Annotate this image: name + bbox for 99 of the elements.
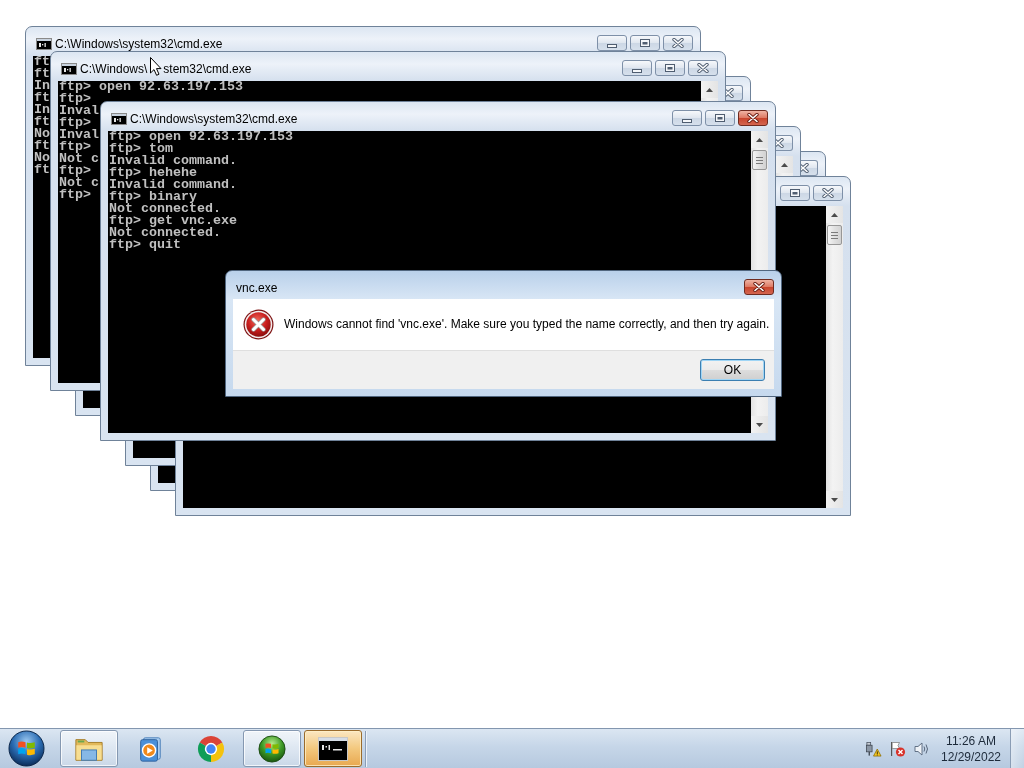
scroll-thumb[interactable] — [752, 150, 767, 170]
close-icon — [822, 188, 834, 198]
console-icon — [318, 734, 348, 763]
console-line: ftp> open 92.63.197.153 — [59, 81, 243, 93]
close-icon — [801, 163, 809, 173]
caret-up-icon — [756, 137, 763, 142]
close-button[interactable] — [813, 185, 843, 201]
console-line: ftp> — [59, 117, 91, 129]
maximize-button[interactable] — [705, 110, 735, 126]
close-icon — [747, 113, 759, 123]
window-title: C:\Windows\system32\cmd.exe — [130, 111, 298, 127]
caret-up-icon — [831, 212, 838, 217]
browser-icon — [196, 734, 226, 763]
console-line: Not connected. — [109, 203, 221, 215]
minimize-button[interactable] — [672, 110, 702, 126]
dialog-title: vnc.exe — [236, 280, 278, 296]
console-line: In — [34, 80, 50, 92]
close-icon — [697, 63, 709, 73]
scroll-up-button[interactable] — [701, 81, 718, 98]
console-line: Inval — [59, 105, 99, 117]
scroll-down-button[interactable] — [751, 416, 768, 433]
close-icon — [672, 38, 684, 48]
minimize-icon — [682, 118, 692, 123]
maximize-button[interactable] — [780, 185, 810, 201]
network-warning-icon[interactable] — [865, 740, 882, 757]
speaker-icon[interactable] — [913, 740, 930, 757]
console-line: No — [34, 128, 50, 140]
console-line: ftp> open 92.63.197.153 — [109, 131, 293, 143]
close-button[interactable] — [744, 279, 774, 295]
console-line: ftp> get vnc.exe — [109, 215, 237, 227]
scroll-thumb[interactable] — [827, 225, 842, 245]
console-line: Invalid command. — [109, 179, 237, 191]
console-line: ftp> binary — [109, 191, 197, 203]
window-title: stem32\cmd.exe — [163, 61, 252, 77]
console-line: Not c — [59, 153, 99, 165]
taskbar-button[interactable] — [243, 730, 301, 767]
console-line: ft — [34, 164, 50, 176]
clock[interactable]: 11:26 AM 12/29/2022 — [940, 732, 1002, 765]
caret-up-icon — [706, 87, 713, 92]
grip-icon — [756, 156, 763, 164]
error-icon — [243, 309, 274, 340]
scroll-down-button[interactable] — [826, 491, 843, 508]
window-title: C:\Windows\ — [80, 61, 148, 77]
console-line: ft — [34, 92, 50, 104]
window-title: C:\Windows\system32\cmd.exe — [55, 36, 223, 52]
minimize-icon — [632, 68, 642, 73]
console-line: Not c — [59, 177, 99, 189]
maximize-icon — [715, 114, 725, 122]
close-icon — [776, 138, 784, 148]
console-line: No — [34, 152, 50, 164]
maximize-icon — [790, 189, 800, 197]
console-line: Invalid command. — [109, 155, 237, 167]
console-line: ft — [34, 56, 50, 68]
maximize-icon — [665, 64, 675, 72]
console-line: ftp> quit — [109, 239, 181, 251]
close-button[interactable] — [688, 60, 718, 76]
close-button[interactable] — [738, 110, 768, 126]
console-line: ftp> hehehe — [109, 167, 197, 179]
minimize-icon — [607, 43, 617, 48]
console-icon — [61, 63, 77, 75]
close-button[interactable] — [801, 160, 818, 176]
caret-down-icon — [831, 497, 838, 502]
minimize-button[interactable] — [622, 60, 652, 76]
caret-up-icon — [781, 162, 788, 167]
close-button[interactable] — [776, 135, 793, 151]
scroll-up-button[interactable] — [751, 131, 768, 148]
start-orb-icon — [7, 730, 45, 767]
maximize-icon — [640, 39, 650, 47]
grip-icon — [831, 231, 838, 239]
caret-down-icon — [756, 422, 763, 427]
console-line: ftp> — [59, 189, 91, 201]
console-line: ftp> — [59, 141, 91, 153]
console-line: ft — [34, 116, 50, 128]
flag-alert-icon[interactable] — [889, 740, 906, 757]
maximize-button[interactable] — [655, 60, 685, 76]
console-line: ftp> — [59, 93, 91, 105]
console-line: ft — [34, 68, 50, 80]
console-line: Not connected. — [109, 227, 221, 239]
scroll-up-button[interactable] — [776, 156, 793, 173]
console-line: ftp> tom — [109, 143, 173, 155]
close-button[interactable] — [726, 85, 743, 101]
mouse-pointer-icon — [150, 57, 162, 76]
console-line: Inval — [59, 129, 99, 141]
console-icon — [111, 113, 127, 125]
maximize-button[interactable] — [630, 35, 660, 51]
console-line: ftp> — [59, 165, 91, 177]
close-icon — [753, 282, 765, 292]
console-line: ft — [34, 140, 50, 152]
error-message: Windows cannot find 'vnc.exe'. Make sure you typed the name correctly, and then try again. — [284, 317, 770, 332]
scroll-up-button[interactable] — [826, 206, 843, 223]
ok-button[interactable]: OK — [700, 359, 765, 381]
close-button[interactable] — [663, 35, 693, 51]
flag-orb-icon — [257, 734, 287, 763]
console-line: In — [34, 104, 50, 116]
console-icon — [36, 38, 52, 50]
close-icon — [726, 88, 734, 98]
taskbar-button[interactable] — [304, 730, 362, 767]
minimize-button[interactable] — [597, 35, 627, 51]
start-button[interactable] — [6, 729, 46, 768]
